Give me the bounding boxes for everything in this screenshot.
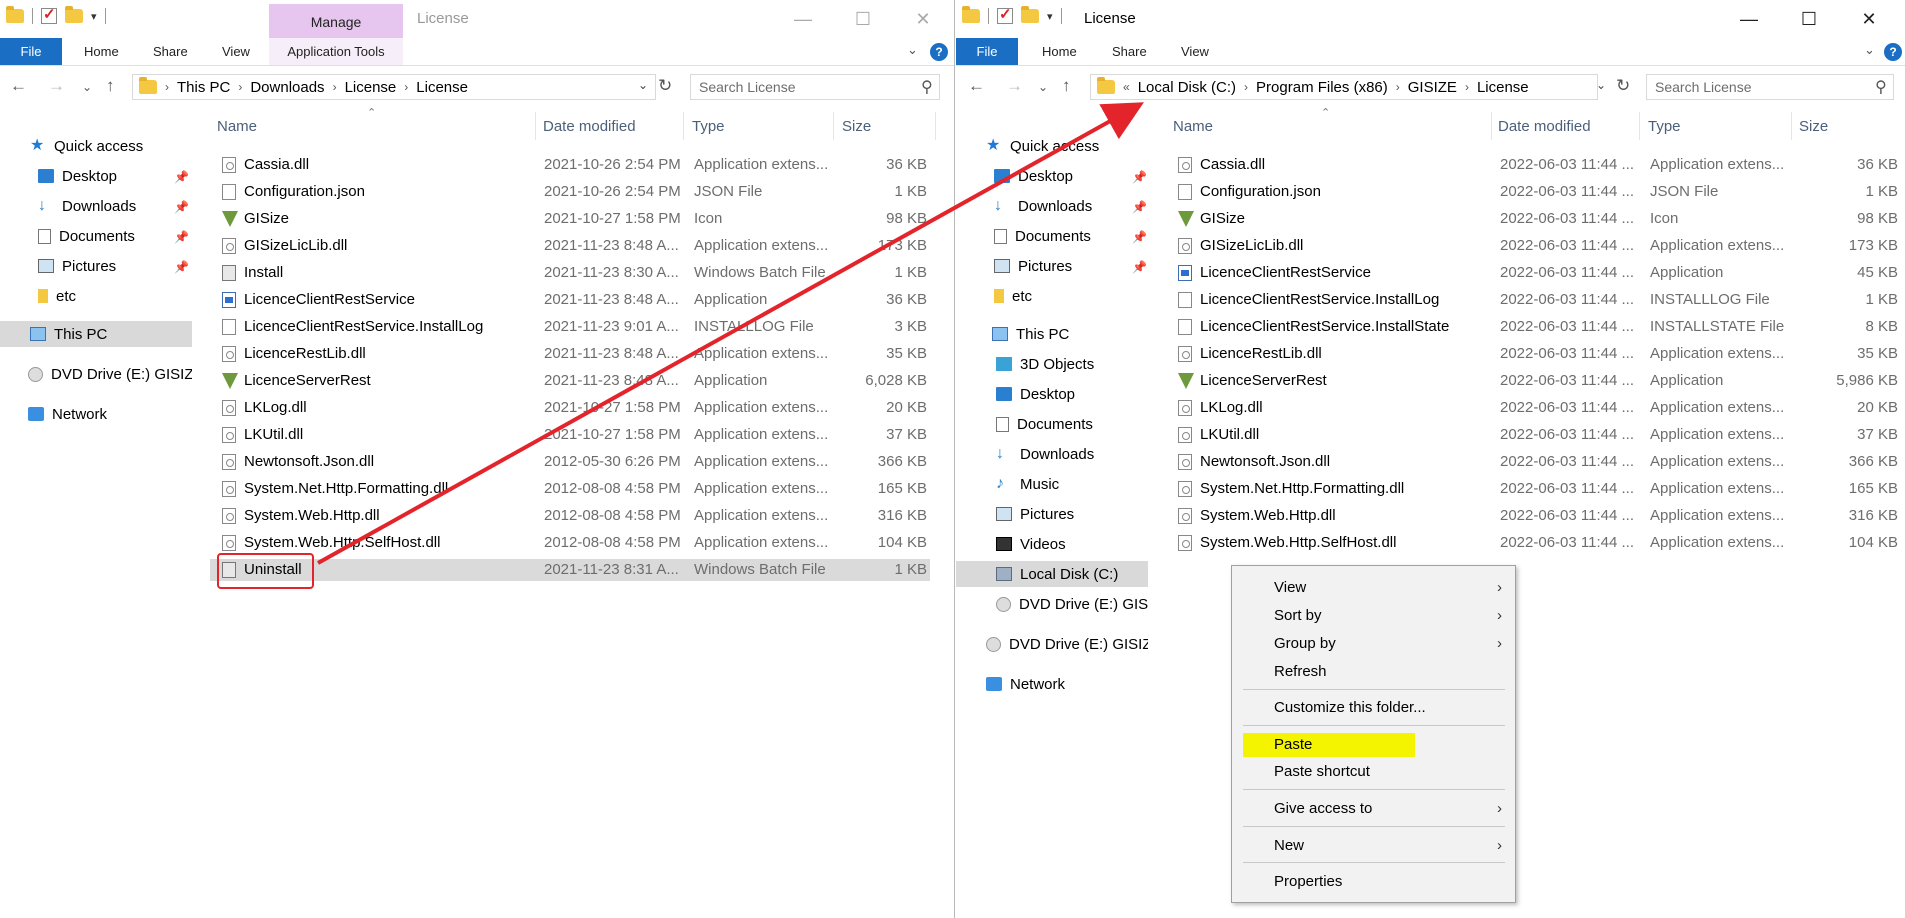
submenu-arrow-icon: › <box>1497 579 1502 596</box>
menu-separator <box>1243 689 1505 690</box>
menu-item-label: New <box>1274 837 1305 854</box>
menu-separator <box>1243 826 1505 827</box>
submenu-arrow-icon: › <box>1497 607 1502 624</box>
annotation-arrow <box>317 102 1144 565</box>
menu-item-sort-by[interactable]: Sort by › <box>1233 604 1514 628</box>
menu-item-give-access-to[interactable]: Give access to › <box>1233 797 1514 821</box>
menu-item-label: Group by <box>1274 635 1336 652</box>
menu-item-group-by[interactable]: Group by › <box>1233 632 1514 656</box>
menu-item-label: Sort by <box>1274 607 1322 624</box>
menu-item-properties[interactable]: Properties <box>1233 870 1514 894</box>
menu-separator <box>1243 789 1505 790</box>
menu-item-customize-this-folder[interactable]: Customize this folder... <box>1233 696 1514 720</box>
submenu-arrow-icon: › <box>1497 800 1502 817</box>
menu-item-refresh[interactable]: Refresh <box>1233 660 1514 684</box>
menu-item-label: Properties <box>1274 873 1343 890</box>
menu-separator <box>1243 862 1505 863</box>
menu-item-paste[interactable]: Paste <box>1243 733 1415 757</box>
submenu-arrow-icon: › <box>1497 837 1502 854</box>
menu-item-label: Refresh <box>1274 663 1327 680</box>
menu-item-label: Paste shortcut <box>1274 763 1370 780</box>
context-menu: View › Sort by › Group by › Refresh Customize t… <box>1231 565 1516 903</box>
menu-separator <box>1243 725 1505 726</box>
submenu-arrow-icon: › <box>1497 635 1502 652</box>
menu-item-label: Paste <box>1274 736 1313 753</box>
menu-item-paste-shortcut[interactable]: Paste shortcut <box>1233 760 1514 784</box>
menu-item-label: Customize this folder... <box>1274 699 1426 716</box>
menu-item-new[interactable]: New › <box>1233 834 1514 858</box>
menu-item-view[interactable]: View › <box>1233 576 1514 600</box>
menu-item-label: Give access to <box>1274 800 1373 817</box>
menu-item-label: View <box>1274 579 1307 596</box>
